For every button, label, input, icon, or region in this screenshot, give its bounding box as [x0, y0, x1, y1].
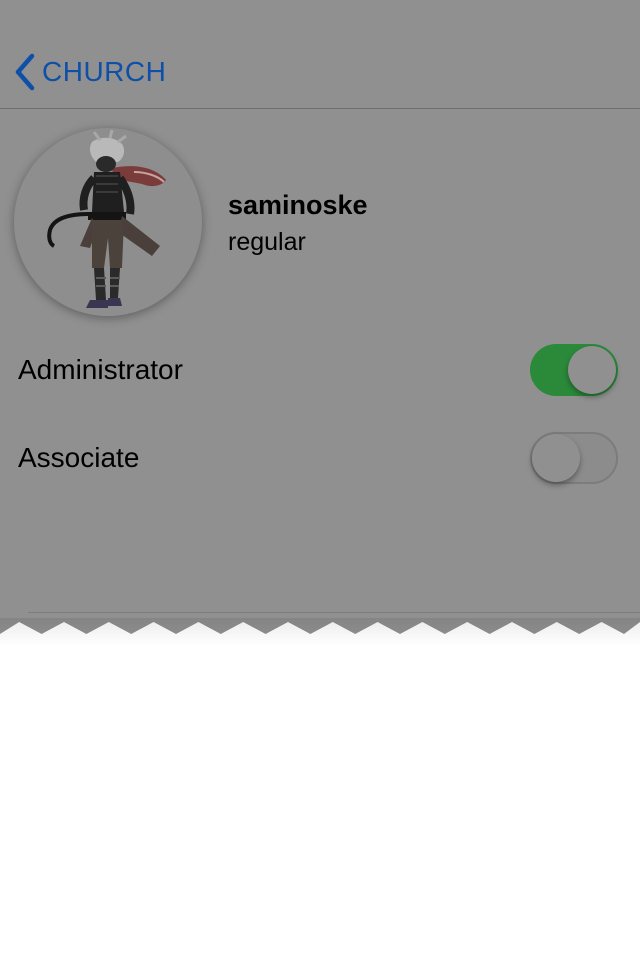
associate-toggle[interactable]	[530, 432, 618, 484]
administrator-label: Administrator	[18, 354, 183, 385]
avatar	[14, 128, 202, 316]
chevron-left-icon	[15, 53, 35, 91]
profile-role: regular	[228, 228, 306, 256]
back-button[interactable]: CHURCH	[12, 52, 166, 92]
back-button-label: CHURCH	[42, 56, 167, 87]
associate-label: Associate	[18, 442, 140, 473]
navigation-bar: CHURCH	[0, 40, 640, 109]
profile-username: saminoske	[228, 190, 368, 220]
administrator-toggle[interactable]	[530, 344, 618, 396]
toggle-knob	[532, 434, 580, 482]
administrator-row: Administrator	[0, 340, 640, 400]
user-detail-screen: CHURCH saminoske regular Administrator A…	[0, 0, 640, 960]
toggle-knob	[568, 346, 616, 394]
section-divider	[28, 612, 640, 613]
ninja-character-avatar	[47, 129, 166, 308]
app-content-panel: CHURCH saminoske regular Administrator A…	[0, 0, 640, 634]
associate-row: Associate	[0, 428, 640, 488]
